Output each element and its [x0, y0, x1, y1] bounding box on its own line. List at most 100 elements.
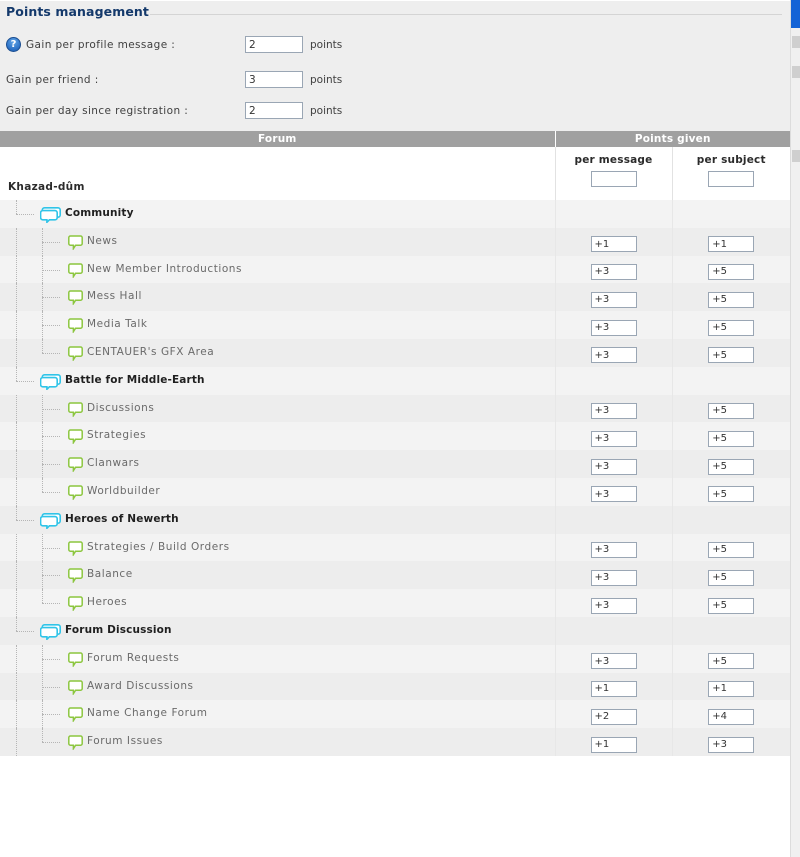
forum-name-cell: Mess Hall [0, 283, 556, 312]
points-unit-label: points [310, 105, 343, 117]
speech-bubble-icon [68, 679, 83, 695]
forum-label[interactable]: Worldbuilder [87, 478, 160, 506]
per-subject-input[interactable] [708, 708, 755, 725]
per-message-input[interactable] [590, 569, 637, 586]
forum-label[interactable]: Forum Issues [87, 728, 163, 756]
per-subject-input[interactable] [708, 236, 755, 253]
forum-label[interactable]: Award Discussions [87, 673, 194, 701]
forum-row: CENTAUER's GFX Area [0, 338, 790, 367]
per-message-input[interactable] [590, 736, 637, 753]
tree-line [16, 644, 17, 673]
per-message-input[interactable] [590, 597, 637, 614]
points-setting-input[interactable] [245, 102, 303, 119]
per-message-input[interactable] [590, 263, 637, 280]
points-setting-input[interactable] [245, 71, 303, 88]
tree-line [16, 672, 17, 701]
tree-line [42, 477, 43, 492]
forum-label[interactable]: Name Change Forum [87, 700, 208, 728]
per-subject-input[interactable] [708, 347, 755, 364]
tree-line [16, 311, 17, 339]
forum-label[interactable]: Balance [87, 561, 133, 589]
per-message-input[interactable] [590, 680, 637, 697]
forum-name-cell: Strategies / Build Orders [0, 533, 556, 562]
tree-line [42, 589, 43, 604]
forum-label[interactable]: Media Talk [87, 311, 147, 339]
tree-line [16, 589, 17, 617]
points-setting-row: Gain per friend : points [0, 71, 790, 93]
per-message-input[interactable] [590, 541, 637, 558]
per-subject-input[interactable] [708, 486, 755, 503]
forum-label[interactable]: Heroes [87, 589, 127, 617]
tree-line [16, 338, 17, 367]
per-message-input[interactable] [590, 458, 637, 475]
points-setting-input[interactable] [245, 36, 303, 53]
per-message-input[interactable] [590, 653, 637, 670]
tree-line [16, 380, 34, 382]
subheader-per-message: per message [574, 154, 653, 166]
forum-row: Strategies / Build Orders [0, 533, 790, 562]
per-subject-input[interactable] [708, 402, 755, 419]
tree-line [16, 477, 17, 506]
per-message-input[interactable] [590, 347, 637, 364]
tree-line [42, 742, 60, 744]
category-label[interactable]: Battle for Middle-Earth [65, 367, 205, 395]
forum-row: Mess Hall [0, 283, 790, 312]
forum-label[interactable]: Mess Hall [87, 283, 142, 311]
per-subject-cell [672, 450, 790, 478]
per-subject-input[interactable] [708, 653, 755, 670]
forum-label[interactable]: Clanwars [87, 450, 140, 478]
per-subject-input[interactable] [708, 291, 755, 308]
per-subject-input[interactable] [708, 680, 755, 697]
per-message-input[interactable] [590, 708, 637, 725]
forum-row: Worldbuilder [0, 477, 790, 506]
tree-line [42, 241, 60, 243]
per-message-input[interactable] [590, 486, 637, 503]
speech-bubble-icon [68, 735, 83, 751]
speech-bubble-icon [68, 401, 83, 417]
scrollbar-thumb[interactable] [791, 0, 800, 28]
per-subject-cell [672, 366, 790, 395]
per-subject-input[interactable] [708, 736, 755, 753]
per-message-cell [555, 616, 673, 645]
category-label[interactable]: Heroes of Newerth [65, 506, 179, 534]
per-subject-cell [672, 255, 790, 284]
root-forum-row: Khazad-dûm per message per subject [0, 147, 790, 200]
root-per-subject-input[interactable] [708, 171, 755, 187]
per-subject-input[interactable] [708, 597, 755, 614]
per-message-cell [555, 338, 673, 367]
speech-bubble-icon [68, 652, 83, 667]
per-message-input[interactable] [590, 430, 637, 447]
forum-label[interactable]: Strategies / Build Orders [87, 534, 230, 562]
forum-label[interactable]: New Member Introductions [87, 256, 242, 284]
per-message-input[interactable] [590, 402, 637, 419]
forum-label[interactable]: Strategies [87, 422, 146, 450]
per-message-cell [555, 700, 673, 729]
per-subject-input[interactable] [708, 458, 755, 475]
forum-label[interactable]: Discussions [87, 395, 154, 423]
per-subject-input[interactable] [708, 263, 755, 280]
vertical-scrollbar[interactable] [790, 0, 800, 857]
page-title: Points management [6, 4, 149, 19]
forum-label[interactable]: Forum Requests [87, 645, 179, 673]
question-help-icon[interactable]: ? [6, 37, 21, 52]
per-message-input[interactable] [590, 319, 637, 336]
category-label[interactable]: Forum Discussion [65, 617, 172, 645]
speech-bubble-icon [68, 457, 83, 473]
per-message-input[interactable] [590, 291, 637, 308]
forum-row: Award Discussions [0, 672, 790, 701]
tree-line [42, 714, 60, 716]
forum-name-cell: Media Talk [0, 311, 556, 339]
forum-name-cell: Name Change Forum [0, 700, 556, 729]
per-subject-input[interactable] [708, 541, 755, 558]
tree-line [16, 366, 17, 381]
per-subject-input[interactable] [708, 319, 755, 336]
forum-label[interactable]: News [87, 228, 118, 256]
root-per-message-input[interactable] [590, 171, 637, 187]
per-subject-input[interactable] [708, 430, 755, 447]
per-message-cell [555, 200, 673, 228]
per-subject-input[interactable] [708, 569, 755, 586]
per-message-input[interactable] [590, 236, 637, 253]
tree-line [16, 616, 17, 631]
forum-label[interactable]: CENTAUER's GFX Area [87, 339, 214, 367]
category-label[interactable]: Community [65, 200, 134, 228]
